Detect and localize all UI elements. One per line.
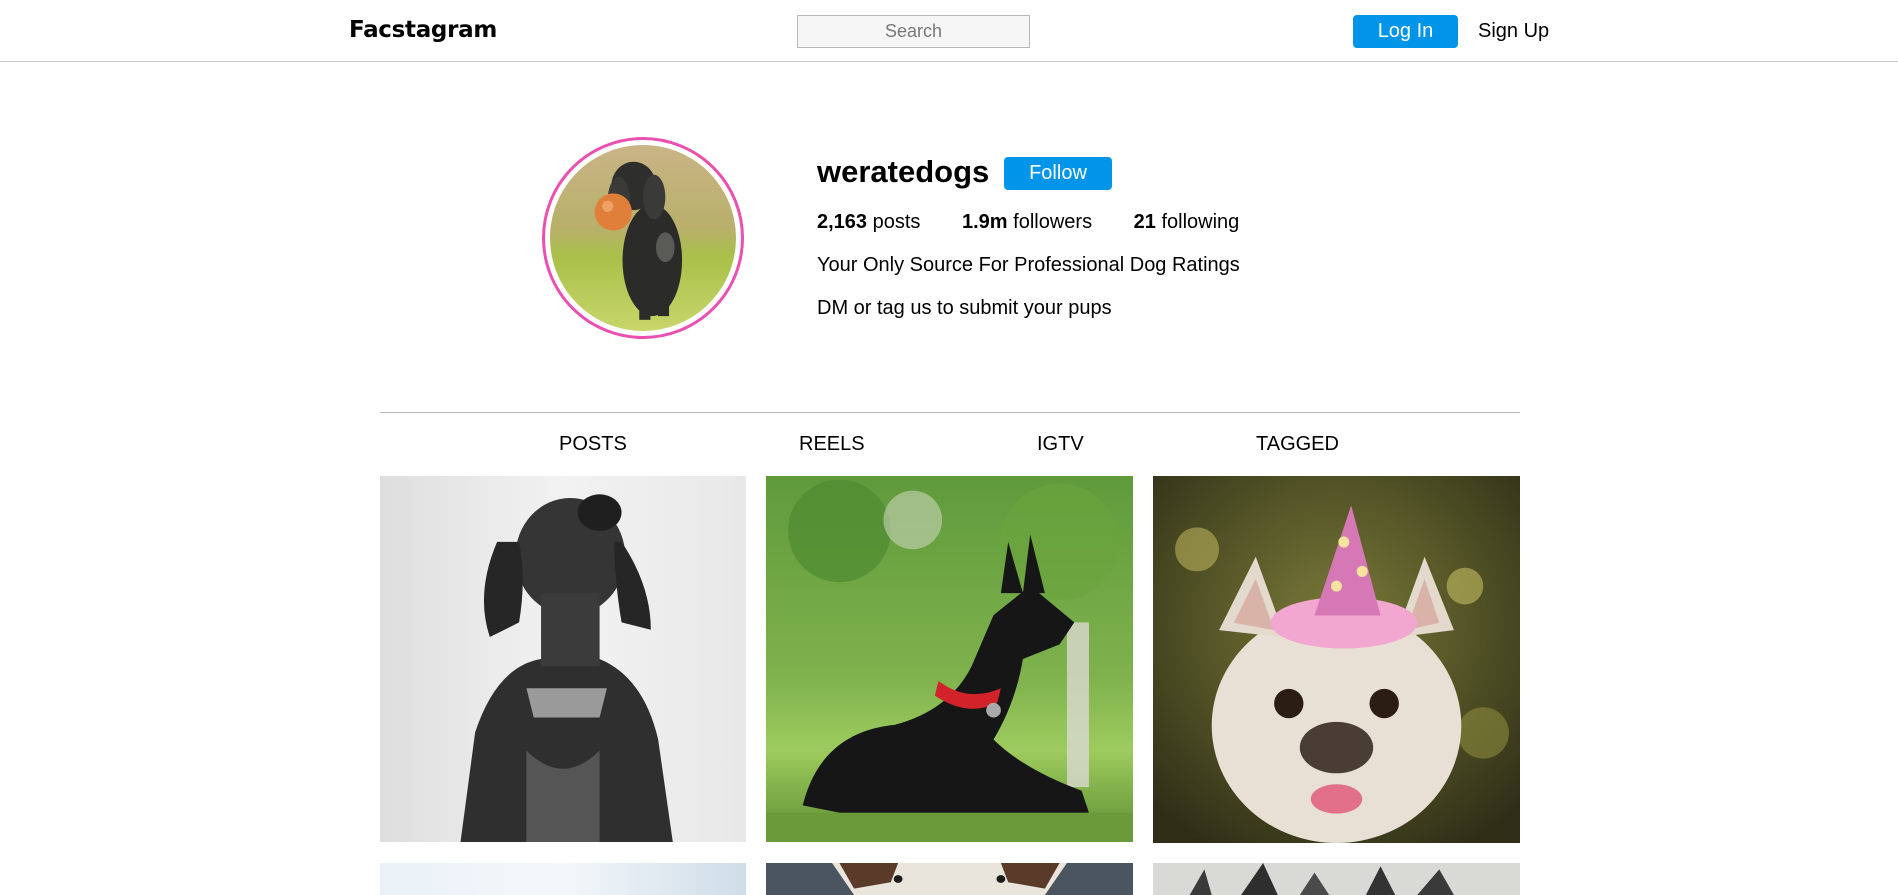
followers-count: 1.9m — [962, 211, 1008, 233]
following-label: following — [1161, 211, 1240, 233]
top-navigation-bar: Facstagram Log In Sign Up — [0, 0, 1898, 62]
tab-reels[interactable]: REELS — [799, 433, 865, 456]
tab-posts[interactable]: POSTS — [559, 433, 627, 456]
profile-bio-line: DM or tag us to submit your pups — [817, 297, 1112, 319]
profile-bio-line: Your Only Source For Professional Dog Ra… — [817, 254, 1240, 276]
black-dog-red-collar-photo — [766, 476, 1133, 842]
profile-username: weratedogs — [817, 154, 990, 189]
post-thumbnail[interactable] — [766, 863, 1133, 895]
dog-photo-trees — [1153, 863, 1520, 895]
post-thumbnail[interactable] — [1153, 476, 1520, 843]
profile-stats: 2,163 posts 1.9m followers 21 following — [817, 211, 1275, 234]
followers-stat[interactable]: 1.9m followers — [962, 211, 1092, 234]
avatar-dog-photo — [550, 145, 736, 331]
app-logo[interactable]: Facstagram — [349, 17, 497, 43]
follow-button[interactable]: Follow — [1004, 157, 1112, 190]
search-input[interactable] — [797, 15, 1030, 48]
post-thumbnail[interactable] — [766, 476, 1133, 842]
post-thumbnail[interactable] — [1153, 863, 1520, 895]
posts-label: posts — [872, 211, 921, 233]
black-white-dog-photo — [380, 476, 746, 842]
profile-avatar-ring[interactable] — [542, 137, 744, 339]
post-thumbnail[interactable] — [380, 476, 746, 842]
tab-igtv[interactable]: IGTV — [1037, 433, 1084, 456]
tab-divider — [380, 412, 1520, 413]
tab-tagged[interactable]: TAGGED — [1256, 433, 1339, 456]
avatar — [550, 145, 736, 331]
sign-up-link[interactable]: Sign Up — [1478, 20, 1549, 43]
dog-photo-brown-white — [766, 863, 1133, 895]
following-count: 21 — [1133, 211, 1156, 233]
followers-label: followers — [1013, 211, 1093, 233]
posts-count: 2,163 — [817, 211, 868, 233]
log-in-button[interactable]: Log In — [1353, 15, 1458, 48]
following-stat[interactable]: 21 following — [1134, 211, 1240, 234]
post-thumbnail[interactable] — [380, 863, 746, 895]
dog-photo-sky — [380, 863, 746, 895]
posts-stat[interactable]: 2,163 posts — [817, 211, 920, 234]
french-bulldog-party-hat-photo — [1153, 476, 1520, 843]
